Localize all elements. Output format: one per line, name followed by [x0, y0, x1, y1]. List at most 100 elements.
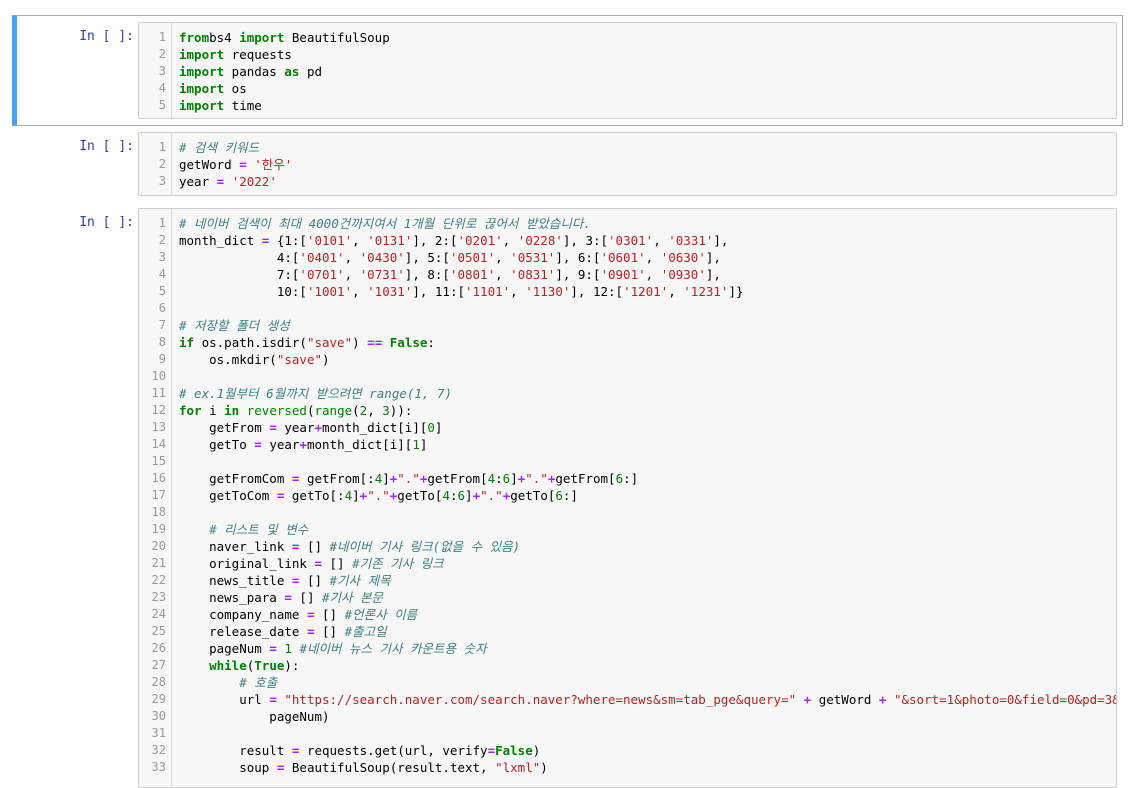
code-token: #기사 제목: [329, 573, 391, 588]
code-token: []: [314, 607, 345, 622]
code-token: pageNum): [179, 709, 330, 724]
code-area[interactable]: # 네이버 검색이 최대 4000건까지여서 1개월 단위로 끊어서 받았습니다…: [179, 215, 1116, 776]
code-token: ,: [344, 250, 360, 265]
code-line: os.mkdir("save"): [179, 351, 1116, 368]
code-token: ],: [705, 267, 721, 282]
code-token: ]: [419, 437, 428, 452]
code-token: requests: [224, 47, 292, 62]
code-token: os.path.isdir(: [194, 335, 307, 350]
code-line: pageNum): [179, 708, 1116, 725]
code-line: while(True):: [179, 657, 1116, 674]
code-token: ,: [668, 284, 684, 299]
code-area[interactable]: # 검색 키워드 getWord = '한우' year = '2022': [179, 139, 1116, 190]
input-prompt: In [ ]:: [79, 139, 134, 154]
code-token: #기사 본문: [322, 590, 384, 605]
line-number: 3: [158, 64, 166, 78]
line-number: 18: [151, 505, 166, 519]
code-token: ,: [510, 284, 526, 299]
code-editor-2[interactable]: 123 # 검색 키워드 getWord = '한우' year = '2022': [138, 132, 1117, 196]
code-token: ".": [480, 488, 503, 503]
line-number: 6: [158, 301, 166, 315]
code-editor-3[interactable]: 1 2 3 4 5 6 7 8 9 10 11 12 13 14 15 16 17 18 19 20 21 22 23 24 2…: [138, 208, 1117, 788]
code-line: 4:['0401', '0430'], 5:['0501', '0531'], …: [179, 249, 1116, 266]
line-number: 16: [151, 471, 166, 485]
code-line: # 네이버 검색이 최대 4000건까지여서 1개월 단위로 끊어서 받았습니다…: [179, 215, 1116, 232]
code-token: pd: [299, 64, 323, 79]
code-line: frombs4 import BeautifulSoup: [179, 29, 1116, 46]
code-line: result = requests.get(url, verify=False): [179, 742, 1116, 759]
code-token: result: [179, 743, 292, 758]
line-number: 26: [151, 641, 166, 655]
code-token: getTo: [179, 437, 255, 452]
code-token: =: [314, 556, 322, 571]
line-number: 1: [158, 30, 166, 44]
code-token: month_dict: [179, 233, 262, 248]
code-token: if: [179, 335, 195, 350]
code-token: BeautifulSoup(result.text,: [284, 760, 496, 775]
line-number: 32: [151, 743, 166, 757]
code-token: "save": [306, 335, 353, 350]
code-token: as: [284, 64, 300, 79]
code-token: import: [179, 64, 225, 79]
code-editor-1[interactable]: 12345 frombs4 import BeautifulSoup import…: [138, 22, 1117, 119]
code-token: ,: [352, 233, 368, 248]
code-token: pageNum: [179, 641, 270, 656]
code-token: '1001': [306, 284, 353, 299]
code-token: '1201': [623, 284, 669, 299]
code-line: import requests: [179, 46, 1116, 63]
code-token: import: [179, 47, 225, 62]
line-number: 15: [151, 454, 166, 468]
code-line: getFrom = year+month_dict[i][0]: [179, 419, 1116, 436]
code-line: naver_link = [] #네이버 기사 링크(없을 수 있음): [179, 538, 1116, 555]
code-token: #출고일: [344, 624, 387, 639]
code-token: # 검색 키워드: [179, 140, 260, 155]
code-token: ]: [510, 471, 518, 486]
line-number: 2: [158, 157, 166, 171]
code-token: ,: [495, 267, 511, 282]
code-token: naver_link: [179, 539, 292, 554]
input-prompt: In [ ]:: [79, 215, 134, 230]
code-token: '0901': [600, 267, 646, 282]
code-token: ): [540, 760, 548, 775]
code-token: False: [495, 743, 533, 758]
code-token: "lxml": [495, 760, 541, 775]
code-token: False: [389, 335, 428, 350]
line-number: 2: [158, 233, 166, 247]
line-number: 12: [151, 403, 166, 417]
code-line: soup = BeautifulSoup(result.text, "lxml"…: [179, 759, 1116, 776]
line-number: 28: [151, 675, 166, 689]
code-token: getFrom[:: [299, 471, 375, 486]
code-token: :: [449, 488, 458, 503]
code-token: getFromCom: [179, 471, 292, 486]
line-number: 10: [151, 369, 166, 383]
code-token: getWord: [179, 157, 240, 172]
code-token: "&sort=1&photo=0&field=0&pd=3&ds=": [893, 692, 1116, 707]
code-token: =: [239, 157, 247, 172]
code-token: news_para: [179, 590, 285, 605]
code-line: pageNum = 1 #네이버 뉴스 기사 카운트용 숫자: [179, 640, 1116, 657]
code-line: getToCom = getTo[:4]+"."+getTo[4:6]+"."+…: [179, 487, 1116, 504]
code-line: original_link = [] #기존 기사 링크: [179, 555, 1116, 572]
line-number: 5: [158, 284, 166, 298]
code-token: requests.get(url, verify: [299, 743, 488, 758]
code-token: ], 5:[: [404, 250, 450, 265]
code-line: getTo = year+month_dict[i][1]: [179, 436, 1116, 453]
code-token: release_date: [179, 624, 307, 639]
code-token: ,: [367, 403, 383, 418]
code-line: # 호출: [179, 674, 1116, 691]
code-line: # 저장할 폴더 생성: [179, 317, 1116, 334]
code-token: from: [179, 30, 210, 45]
code-token: '0301': [608, 233, 654, 248]
code-token: os: [224, 81, 247, 96]
code-line: # 리스트 및 변수: [179, 521, 1116, 538]
code-token: '1130': [525, 284, 571, 299]
code-area[interactable]: frombs4 import BeautifulSoup import reque…: [179, 29, 1116, 114]
code-token: ], 6:[: [555, 250, 601, 265]
